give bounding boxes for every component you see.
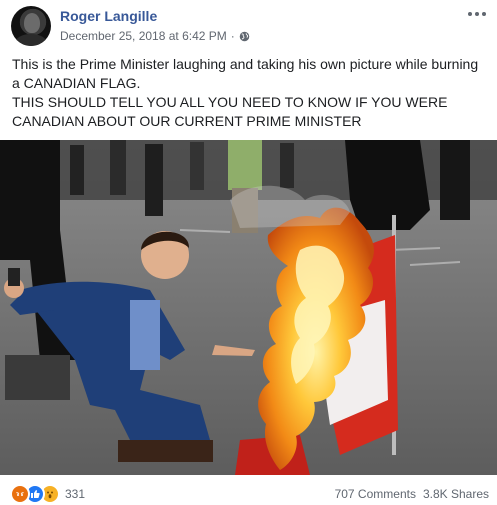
post-text-line: This is the Prime Minister laughing and …	[12, 56, 479, 91]
crowd-person	[440, 140, 470, 220]
author-name-link[interactable]: Roger Langille	[60, 8, 157, 24]
author-avatar[interactable]	[11, 6, 51, 46]
post-photo[interactable]	[0, 140, 497, 475]
crowd-person	[280, 143, 294, 188]
man-shirt	[130, 300, 160, 370]
avatar-shoulders-shape	[15, 34, 47, 46]
crowd-person	[190, 142, 204, 190]
crowd-person-green-shirt	[228, 140, 262, 190]
angry-reaction-icon	[10, 484, 30, 504]
crowd-person	[110, 140, 126, 195]
man-shoes	[118, 440, 213, 462]
phone	[8, 268, 20, 286]
more-options-button[interactable]	[465, 6, 489, 22]
more-dot	[475, 12, 479, 16]
reactions-summary[interactable]: 331	[10, 484, 85, 504]
more-dot	[482, 12, 486, 16]
protester-right	[345, 140, 430, 230]
post-text-line: THIS SHOULD TELL YOU ALL YOU NEED TO KNO…	[12, 94, 448, 129]
more-dot	[468, 12, 472, 16]
avatar-face-shape	[24, 13, 40, 33]
post-header: Roger Langille December 25, 2018 at 6:42…	[0, 0, 497, 52]
crowd-person	[70, 145, 84, 195]
engagement-stats: 707 Comments 3.8K Shares	[335, 487, 489, 501]
comments-count-link[interactable]: 707 Comments	[335, 487, 416, 501]
post-text: This is the Prime Minister laughing and …	[12, 55, 488, 131]
reaction-count[interactable]: 331	[65, 487, 85, 501]
post-timestamp-link[interactable]: December 25, 2018 at 6:42 PM	[60, 29, 227, 43]
post-footer: 331 707 Comments 3.8K Shares	[0, 478, 497, 505]
globe-icon[interactable]	[239, 31, 250, 42]
shares-count-link[interactable]: 3.8K Shares	[423, 487, 489, 501]
storm-drain	[5, 355, 70, 400]
post-meta: December 25, 2018 at 6:42 PM ·	[60, 29, 250, 43]
photo-illustration	[0, 140, 497, 475]
crowd-person	[145, 144, 163, 216]
meta-separator: ·	[230, 29, 235, 43]
